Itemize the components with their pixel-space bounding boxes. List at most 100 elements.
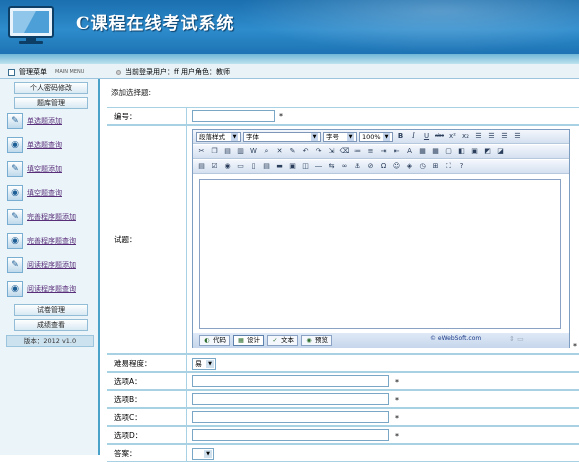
radio-icon[interactable]: ◉ bbox=[222, 161, 233, 172]
undo-icon[interactable]: ↶ bbox=[300, 146, 311, 157]
outdent-icon[interactable]: ⇤ bbox=[391, 146, 402, 157]
option-d-input[interactable] bbox=[192, 429, 389, 441]
help-icon[interactable]: ? bbox=[456, 161, 467, 172]
cut-icon[interactable]: ✂ bbox=[196, 146, 207, 157]
paste-icon[interactable]: ▤ bbox=[222, 146, 233, 157]
sidebar-item-single-choice-add[interactable]: ✎ 单选题添加 bbox=[7, 110, 97, 131]
unordered-list-icon[interactable]: ≡ bbox=[365, 146, 376, 157]
copy-icon[interactable]: ❐ bbox=[209, 146, 220, 157]
paragraph-style-select[interactable]: 段落样式 ▼ bbox=[196, 131, 241, 142]
justify-icon[interactable]: ☰ bbox=[512, 131, 523, 142]
indent-icon[interactable]: ⇥ bbox=[378, 146, 389, 157]
subscript-icon[interactable]: x₂ bbox=[460, 131, 471, 142]
globe-icon: ◉ bbox=[7, 232, 23, 249]
media-icon[interactable]: ◈ bbox=[404, 161, 415, 172]
bold-icon[interactable]: B bbox=[395, 131, 406, 142]
sidebar-item-label[interactable]: 单选题查询 bbox=[27, 140, 62, 150]
difficulty-select[interactable]: 易 ▼ bbox=[192, 358, 216, 370]
sidebar-item-label[interactable]: 单选题添加 bbox=[27, 116, 62, 126]
superscript-icon[interactable]: x² bbox=[447, 131, 458, 142]
option-a-input[interactable] bbox=[192, 375, 389, 387]
mode-preview-button[interactable]: ◉ 预览 bbox=[301, 335, 332, 346]
delete-icon[interactable]: ✕ bbox=[274, 146, 285, 157]
row-option-a: 选项A： * bbox=[107, 372, 579, 390]
sidebar-item-question-bank[interactable]: 题库管理 bbox=[14, 97, 88, 109]
table-icon[interactable]: ▦ bbox=[430, 146, 441, 157]
sidebar-item-complete-program-query[interactable]: ◉ 完善程序题查询 bbox=[7, 230, 97, 251]
mode-code-button[interactable]: ◐ 代码 bbox=[199, 335, 230, 346]
sidebar-item-exam-paper[interactable]: 试卷管理 bbox=[14, 304, 88, 316]
link-icon[interactable]: ∞ bbox=[339, 161, 350, 172]
anchor-icon[interactable]: ⚓ bbox=[352, 161, 363, 172]
redo-icon[interactable]: ↷ bbox=[313, 146, 324, 157]
option-b-input[interactable] bbox=[192, 393, 389, 405]
option-c-input[interactable] bbox=[192, 411, 389, 423]
italic-icon[interactable]: I bbox=[408, 131, 419, 142]
find-icon[interactable]: ⌕ bbox=[261, 146, 272, 157]
align-center-icon[interactable]: ☰ bbox=[486, 131, 497, 142]
mode-design-button[interactable]: ▦ 设计 bbox=[233, 335, 264, 346]
sidebar-item-scores[interactable]: 成绩查看 bbox=[14, 319, 88, 331]
editor-copyright[interactable]: © eWebSoft.com bbox=[430, 335, 481, 342]
sidebar-item-label[interactable]: 阅读程序题添加 bbox=[27, 260, 76, 270]
page-break-icon[interactable]: ⊞ bbox=[430, 161, 441, 172]
form-icon[interactable]: ▤ bbox=[196, 161, 207, 172]
iframe-icon[interactable]: ▣ bbox=[287, 161, 298, 172]
select-all-icon[interactable]: ⇲ bbox=[326, 146, 337, 157]
answer-select[interactable]: ▼ bbox=[192, 448, 214, 460]
image-icon[interactable]: ◩ bbox=[482, 146, 493, 157]
sidebar-item-label[interactable]: 填空题查询 bbox=[27, 188, 62, 198]
zoom-select[interactable]: 100% ▼ bbox=[359, 131, 393, 142]
sidebar-item-single-choice-query[interactable]: ◉ 单选题查询 bbox=[7, 134, 97, 155]
special-char-icon[interactable]: Ω bbox=[378, 161, 389, 172]
editor-body[interactable] bbox=[199, 179, 561, 329]
sidebar-item-label[interactable]: 阅读程序题查询 bbox=[27, 284, 76, 294]
chevron-down-icon: ▼ bbox=[231, 132, 238, 141]
textfield-icon[interactable]: ▭ bbox=[235, 161, 246, 172]
remove-format-icon[interactable]: ⌫ bbox=[339, 146, 350, 157]
sidebar-item-complete-program-add[interactable]: ✎ 完善程序题添加 bbox=[7, 206, 97, 227]
textarea-icon[interactable]: ▯ bbox=[248, 161, 259, 172]
button-icon[interactable]: ▬ bbox=[274, 161, 285, 172]
strikethrough-icon[interactable]: abc bbox=[434, 131, 445, 142]
frame-icon[interactable]: ▢ bbox=[443, 146, 454, 157]
sidebar-item-label[interactable]: 填空题添加 bbox=[27, 164, 62, 174]
date-icon[interactable]: ◷ bbox=[417, 161, 428, 172]
menu-sub-label: MAIN MENU bbox=[55, 69, 85, 75]
mode-label: 代码 bbox=[213, 336, 226, 344]
checkbox-icon[interactable]: ☑ bbox=[209, 161, 220, 172]
sidebar-item-read-program-query[interactable]: ◉ 阅读程序题查询 bbox=[7, 278, 97, 299]
font-color-icon[interactable]: A bbox=[404, 146, 415, 157]
row-option-b: 选项B： * bbox=[107, 390, 579, 408]
sidebar-item-label[interactable]: 完善程序题添加 bbox=[27, 212, 76, 222]
format-brush-icon[interactable]: ✎ bbox=[287, 146, 298, 157]
sidebar-item-fill-blank-add[interactable]: ✎ 填空题添加 bbox=[7, 158, 97, 179]
hr-icon[interactable]: ― bbox=[313, 161, 324, 172]
mode-text-button[interactable]: ✓ 文本 bbox=[267, 335, 298, 346]
font-size-select[interactable]: 字号 ▼ bbox=[323, 131, 357, 142]
resize-icon[interactable]: ⇕ ▭ bbox=[509, 335, 524, 343]
unlink-icon[interactable]: ⊘ bbox=[365, 161, 376, 172]
marquee-icon[interactable]: ⇆ bbox=[326, 161, 337, 172]
sidebar-item-label[interactable]: 完善程序题查询 bbox=[27, 236, 76, 246]
paste-word-icon[interactable]: W bbox=[248, 146, 259, 157]
div-icon[interactable]: ◫ bbox=[300, 161, 311, 172]
listbox-icon[interactable]: ▤ bbox=[261, 161, 272, 172]
number-input[interactable] bbox=[192, 110, 275, 122]
align-right-icon[interactable]: ☰ bbox=[499, 131, 510, 142]
align-left-icon[interactable]: ☰ bbox=[473, 131, 484, 142]
sidebar-item-read-program-add[interactable]: ✎ 阅读程序题添加 bbox=[7, 254, 97, 275]
bg-color-icon[interactable]: ▦ bbox=[417, 146, 428, 157]
font-select[interactable]: 字体 ▼ bbox=[243, 131, 321, 142]
underline-icon[interactable]: U bbox=[421, 131, 432, 142]
required-mark: * bbox=[395, 432, 399, 441]
sidebar-item-password[interactable]: 个人密码修改 bbox=[14, 82, 88, 94]
ordered-list-icon[interactable]: ≔ bbox=[352, 146, 363, 157]
sidebar-item-fill-blank-query[interactable]: ◉ 填空题查询 bbox=[7, 182, 97, 203]
emoticon-icon[interactable]: ☺ bbox=[391, 161, 402, 172]
fullscreen-icon[interactable]: ⛶ bbox=[443, 161, 454, 172]
paste-text-icon[interactable]: ▥ bbox=[235, 146, 246, 157]
layer-icon[interactable]: ◧ bbox=[456, 146, 467, 157]
flash-icon[interactable]: ◪ bbox=[495, 146, 506, 157]
box-icon[interactable]: ▣ bbox=[469, 146, 480, 157]
